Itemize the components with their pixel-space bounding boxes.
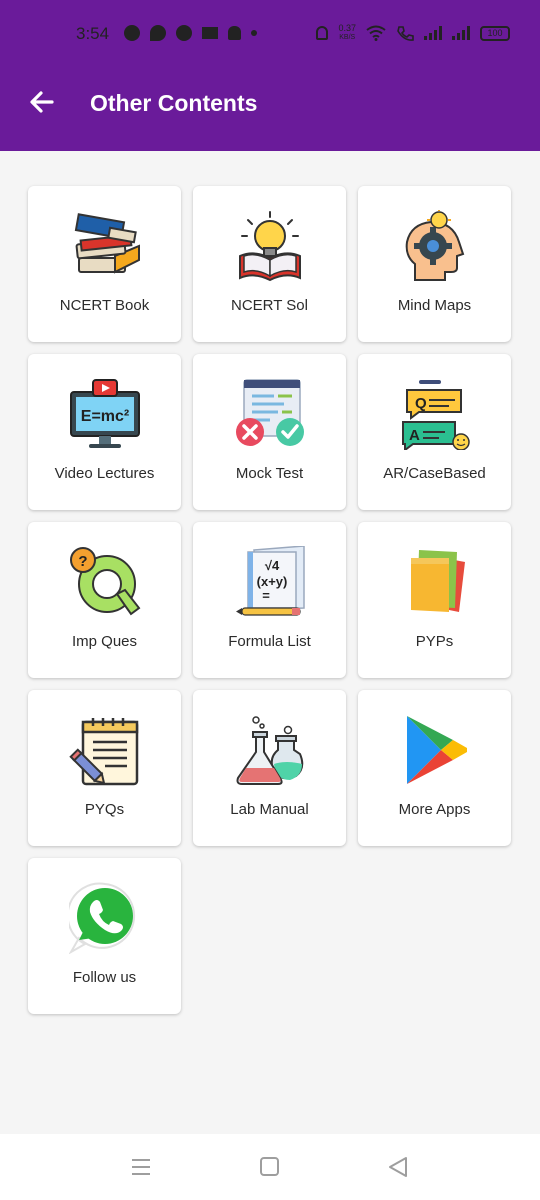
card-follow-us[interactable]: Follow us [28, 858, 181, 1014]
card-label: NCERT Book [59, 297, 150, 314]
status-time: 3:54 [76, 24, 110, 43]
card-mock-test[interactable]: Mock Test [193, 354, 346, 510]
monitor-emc2-icon: E=mc² [70, 379, 140, 448]
card-label: More Apps [398, 801, 471, 818]
notification-bell-icon [228, 26, 241, 40]
home-button[interactable] [257, 1154, 283, 1180]
back-triangle-icon [389, 1157, 407, 1177]
head-gear-bulb-icon [405, 210, 465, 281]
card-label: Imp Ques [71, 633, 138, 650]
papers-stack-icon [411, 550, 465, 612]
card-ar-casebased[interactable]: Q A AR/CaseBased [358, 354, 511, 510]
wifi-icon [366, 25, 386, 41]
net-speed-unit: KB/S [339, 34, 356, 41]
qa-chat-icon: Q A [402, 380, 470, 450]
recent-apps-button[interactable] [128, 1154, 154, 1180]
card-ncert-sol[interactable]: NCERT Sol [193, 186, 346, 342]
document-check-cross-icon [236, 379, 304, 446]
network-speed: 0.37 KB/S [338, 24, 356, 42]
svg-text:=: = [262, 588, 270, 603]
card-formula-list[interactable]: √4 (x+y) = Formula List [193, 522, 346, 678]
mute-bell-icon [316, 26, 329, 40]
card-lab-manual[interactable]: Lab Manual [193, 690, 346, 846]
card-label: Video Lectures [54, 465, 155, 482]
home-square-icon [260, 1157, 279, 1176]
question-q-icon: ? [70, 547, 141, 616]
arrow-left-icon [30, 91, 54, 113]
back-button[interactable] [24, 84, 60, 120]
card-label: PYPs [415, 633, 454, 650]
signal-1-icon [424, 26, 442, 40]
play-store-icon [407, 716, 467, 784]
volte-call-icon [397, 26, 414, 41]
more-notifications-dot-icon [251, 30, 257, 36]
svg-text:A: A [409, 427, 420, 444]
card-mind-maps[interactable]: Mind Maps [358, 186, 511, 342]
battery-indicator: 100 [480, 25, 510, 41]
youtube-icon [176, 25, 192, 41]
svg-text:E=mc²: E=mc² [81, 408, 129, 425]
card-label: PYQs [84, 801, 125, 818]
card-label: Mind Maps [397, 297, 472, 314]
card-label: Follow us [72, 969, 137, 986]
card-ncert-book[interactable]: NCERT Book [28, 186, 181, 342]
card-video-lectures[interactable]: E=mc² Video Lectures [28, 354, 181, 510]
net-speed-value: 0.37 [338, 23, 356, 33]
system-back-button[interactable] [386, 1154, 412, 1180]
b-app-icon [124, 25, 140, 41]
system-nav-bar [0, 1134, 540, 1200]
lab-flasks-icon [236, 716, 304, 785]
app-bar: Other Contents [0, 60, 540, 151]
signal-2-icon [452, 26, 470, 40]
whatsapp-icon [69, 882, 136, 954]
card-more-apps[interactable]: More Apps [358, 690, 511, 846]
status-system-icons: 0.37 KB/S 100 [316, 24, 510, 42]
svg-text:?: ? [78, 553, 87, 570]
card-imp-ques[interactable]: ? Imp Ques [28, 522, 181, 678]
card-label: AR/CaseBased [383, 465, 486, 482]
svg-text:Q: Q [415, 395, 427, 412]
card-label: Formula List [228, 633, 311, 650]
formula-notebook-icon: √4 (x+y) = [236, 546, 305, 616]
card-label: Mock Test [235, 465, 304, 482]
status-notification-icons [124, 25, 257, 41]
status-bar: 3:54 0.37 KB/S 100 [0, 0, 540, 60]
recent-apps-icon [132, 1159, 150, 1175]
card-pyqs[interactable]: PYQs [28, 690, 181, 846]
svg-text:(x+y): (x+y) [257, 574, 288, 589]
svg-text:√4: √4 [265, 558, 280, 573]
card-label: NCERT Sol [231, 297, 308, 314]
card-pyps[interactable]: PYPs [358, 522, 511, 678]
card-label: Lab Manual [230, 801, 309, 818]
books-icon [74, 213, 140, 274]
page-title: Other Contents [90, 90, 258, 116]
location-icon [150, 25, 166, 41]
bulb-book-icon [239, 211, 301, 282]
notepad-pencil-icon [69, 718, 139, 786]
education-cap-icon [202, 27, 218, 39]
